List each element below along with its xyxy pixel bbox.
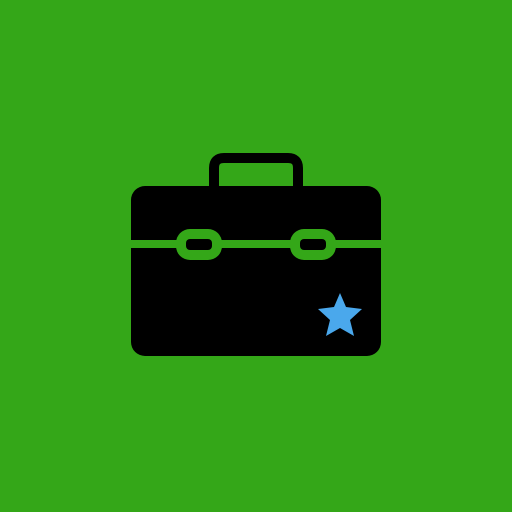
left-clasp-slot	[186, 239, 212, 250]
icon-canvas	[0, 0, 512, 512]
briefcase-band	[131, 240, 381, 248]
briefcase-body	[131, 186, 381, 356]
right-clasp-slot	[300, 239, 326, 250]
briefcase-star-icon	[0, 0, 512, 512]
